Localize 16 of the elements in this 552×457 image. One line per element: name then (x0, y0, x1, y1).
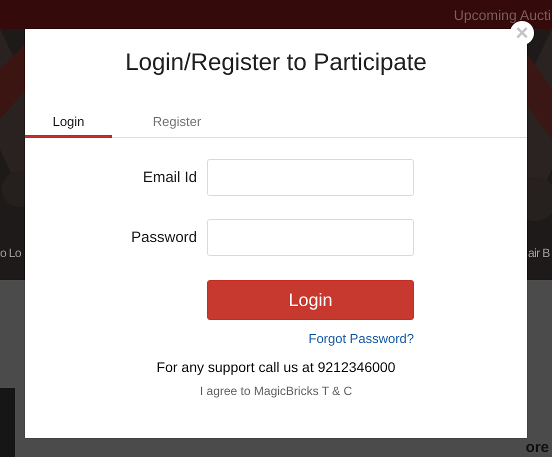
input-field[interactable] (207, 219, 414, 256)
tab[interactable]: Register (112, 114, 242, 138)
slide-caption: air B (528, 246, 550, 260)
login-button[interactable]: Login (207, 280, 414, 320)
field-label: Password (130, 229, 197, 246)
slide-caption: o Lo (0, 246, 21, 260)
nav-link[interactable]: Upcoming Aucti (454, 6, 551, 22)
dialog-title: Login/Register to Participate (124, 49, 428, 77)
input-field[interactable] (207, 159, 414, 196)
tab[interactable]: Login (25, 114, 112, 138)
support-text: For any support call us at 9212346000 (156, 359, 396, 375)
forgot-password-link[interactable]: Forgot Password? (308, 331, 414, 346)
terms-text: I agree to MagicBricks T & C (198, 384, 354, 398)
section-heading: ore (526, 439, 549, 456)
field-label: Email Id (142, 169, 197, 186)
image-thumbnail (0, 388, 15, 457)
